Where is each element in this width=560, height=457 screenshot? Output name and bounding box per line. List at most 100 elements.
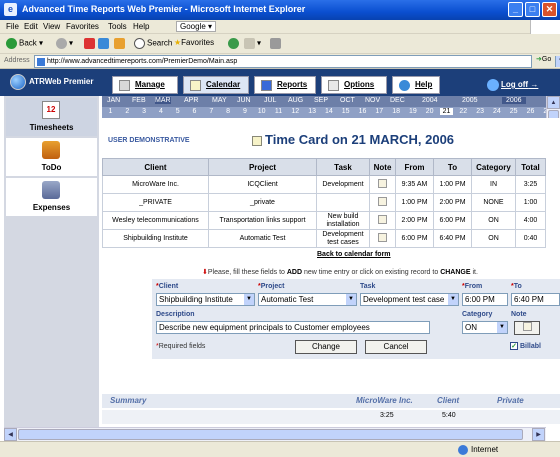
day-cell[interactable]: 7 bbox=[205, 108, 218, 115]
month-mar[interactable]: MAR bbox=[155, 97, 171, 104]
tab-reports[interactable]: Reports bbox=[254, 76, 316, 94]
day-cell[interactable]: 6 bbox=[188, 108, 201, 115]
note-button[interactable] bbox=[514, 321, 540, 335]
note-icon[interactable] bbox=[378, 214, 387, 224]
note-icon[interactable] bbox=[378, 196, 387, 206]
tab-calendar[interactable]: Calendar bbox=[183, 76, 249, 94]
month-apr[interactable]: APR bbox=[184, 97, 198, 104]
day-cell[interactable]: 3 bbox=[138, 108, 151, 115]
day-cell[interactable]: 5 bbox=[171, 108, 184, 115]
menu-view[interactable]: View bbox=[43, 22, 60, 31]
forward-button[interactable]: ▾ bbox=[56, 38, 73, 49]
table-row[interactable]: MicroWare Inc. ICQClient Development 9:3… bbox=[102, 175, 546, 194]
month-nov[interactable]: NOV bbox=[365, 97, 380, 104]
logoff-link[interactable]: Log off → bbox=[487, 79, 538, 91]
month-sep[interactable]: SEP bbox=[314, 97, 328, 104]
task-select[interactable]: Development test case ▼ bbox=[360, 293, 459, 306]
day-cell[interactable]: 19 bbox=[406, 108, 419, 115]
home-icon[interactable] bbox=[114, 38, 127, 49]
note-icon[interactable] bbox=[378, 178, 387, 188]
hscroll-thumb[interactable] bbox=[18, 429, 523, 440]
day-cell[interactable]: 23 bbox=[474, 108, 487, 115]
month-aug[interactable]: AUG bbox=[288, 97, 303, 104]
to-input[interactable]: 6:40 PM bbox=[511, 293, 560, 306]
media-icon[interactable] bbox=[228, 38, 241, 49]
minimize-button[interactable]: _ bbox=[508, 2, 523, 17]
day-cell[interactable]: 1 bbox=[104, 108, 117, 115]
sidebar-item-expenses[interactable]: Expenses bbox=[6, 178, 97, 216]
cancel-button[interactable]: Cancel bbox=[365, 340, 427, 354]
change-button[interactable]: Change bbox=[295, 340, 357, 354]
close-button[interactable]: ✕ bbox=[542, 2, 557, 17]
day-cell[interactable]: 13 bbox=[306, 108, 319, 115]
refresh-icon[interactable] bbox=[98, 38, 111, 49]
month-feb[interactable]: FEB bbox=[132, 97, 146, 104]
google-toolbar-button[interactable]: Google ▾ bbox=[176, 21, 217, 32]
day-cell[interactable]: 24 bbox=[490, 108, 503, 115]
day-cell[interactable]: 16 bbox=[356, 108, 369, 115]
scroll-up-icon[interactable]: ▲ bbox=[547, 96, 560, 109]
day-cell[interactable]: 15 bbox=[339, 108, 352, 115]
print-icon[interactable] bbox=[270, 38, 283, 49]
month-jul[interactable]: JUL bbox=[264, 97, 276, 104]
note-icon[interactable] bbox=[378, 232, 387, 242]
maximize-button[interactable]: □ bbox=[525, 2, 540, 17]
menu-file[interactable]: File bbox=[6, 22, 19, 31]
tab-options[interactable]: Options bbox=[321, 76, 387, 94]
month-oct[interactable]: OCT bbox=[340, 97, 355, 104]
day-cell[interactable]: 26 bbox=[524, 108, 537, 115]
day-cell[interactable]: 2 bbox=[121, 108, 134, 115]
favorites-button[interactable]: ★Favorites bbox=[174, 38, 214, 47]
sidebar-item-todo[interactable]: ToDo bbox=[6, 138, 97, 176]
year-2005[interactable]: 2005 bbox=[462, 97, 478, 104]
sidebar-item-timesheets[interactable]: 12 Timesheets bbox=[6, 98, 97, 136]
go-button[interactable]: ➜Go bbox=[536, 55, 551, 63]
mail-icon[interactable]: ▾ bbox=[244, 38, 261, 49]
description-input[interactable]: Describe new equipment principals to Cus… bbox=[156, 321, 430, 334]
day-cell[interactable]: 11 bbox=[272, 108, 285, 115]
table-row[interactable]: Shipbuilding Institute Automatic Test De… bbox=[102, 229, 546, 248]
menu-edit[interactable]: Edit bbox=[24, 22, 38, 31]
app-logo[interactable]: ATRWeb Premier bbox=[10, 74, 93, 90]
year-2006[interactable]: 2006 bbox=[502, 97, 526, 104]
tab-manage[interactable]: Manage bbox=[112, 76, 178, 94]
day-cell[interactable]: 12 bbox=[289, 108, 302, 115]
address-input[interactable]: http://www.advancedtimereports.com/Premi… bbox=[34, 55, 560, 68]
project-select[interactable]: Automatic Test ▼ bbox=[258, 293, 357, 306]
month-may[interactable]: MAY bbox=[212, 97, 227, 104]
category-select[interactable]: ON ▼ bbox=[462, 321, 508, 334]
day-cell[interactable]: 9 bbox=[238, 108, 251, 115]
month-jun[interactable]: JUN bbox=[237, 97, 251, 104]
tab-help[interactable]: Help bbox=[392, 76, 440, 94]
back-to-calendar-link[interactable]: Back to calendar form bbox=[317, 251, 391, 258]
day-cell[interactable]: 20 bbox=[423, 108, 436, 115]
month-dec[interactable]: DEC bbox=[390, 97, 405, 104]
day-cell[interactable]: 21 bbox=[440, 108, 453, 115]
help-icon bbox=[399, 80, 410, 91]
scroll-right-icon[interactable]: ▶ bbox=[532, 428, 545, 441]
client-select[interactable]: Shipbuilding Institute ▼ bbox=[156, 293, 255, 306]
day-cell[interactable]: 17 bbox=[373, 108, 386, 115]
day-cell[interactable]: 22 bbox=[457, 108, 470, 115]
scroll-left-icon[interactable]: ◀ bbox=[4, 428, 17, 441]
day-cell[interactable]: 8 bbox=[222, 108, 235, 115]
search-button[interactable]: Search bbox=[134, 38, 172, 49]
address-dropdown-icon[interactable]: ▼ bbox=[555, 56, 560, 67]
from-input[interactable]: 6:00 PM bbox=[462, 293, 508, 306]
day-cell[interactable]: 18 bbox=[390, 108, 403, 115]
menu-tools[interactable]: Tools bbox=[108, 22, 127, 31]
day-cell[interactable]: 4 bbox=[154, 108, 167, 115]
day-cell[interactable]: 14 bbox=[322, 108, 335, 115]
day-cell[interactable]: 25 bbox=[507, 108, 520, 115]
back-button[interactable]: Back ▾ bbox=[6, 38, 43, 49]
horizontal-scrollbar[interactable]: ◀ ▶ bbox=[4, 427, 546, 441]
menu-favorites[interactable]: Favorites bbox=[66, 22, 99, 31]
year-2004[interactable]: 2004 bbox=[422, 97, 438, 104]
menu-help[interactable]: Help bbox=[133, 22, 149, 31]
table-row[interactable]: _PRIVATE _private 1:00 PM 2:00 PM NONE 1… bbox=[102, 193, 546, 212]
table-row[interactable]: Wesley telecommunications Transportation… bbox=[102, 211, 546, 230]
billable-checkbox[interactable]: ✓ Billabl bbox=[510, 342, 541, 350]
day-cell[interactable]: 10 bbox=[255, 108, 268, 115]
month-jan[interactable]: JAN bbox=[107, 97, 120, 104]
stop-icon[interactable] bbox=[84, 38, 97, 49]
